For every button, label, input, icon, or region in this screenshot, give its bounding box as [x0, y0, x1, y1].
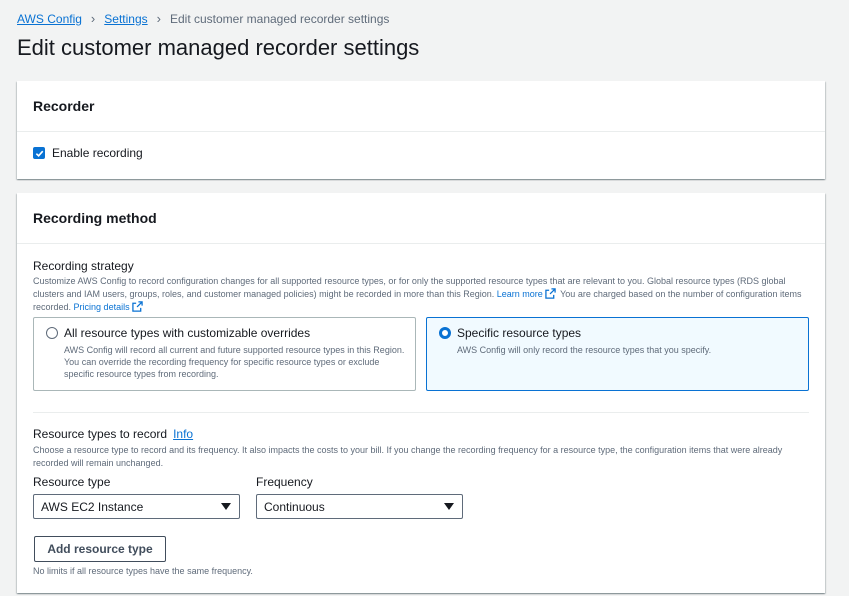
- add-resource-type-button[interactable]: Add resource type: [34, 536, 166, 562]
- frequency-select[interactable]: Continuous: [256, 494, 463, 519]
- divider: [33, 412, 809, 413]
- recording-method-panel-title: Recording method: [17, 193, 825, 244]
- chevron-right-icon: ›: [156, 11, 161, 26]
- breadcrumb-settings[interactable]: Settings: [104, 12, 147, 26]
- caret-down-icon: [444, 503, 454, 510]
- recorder-panel-title: Recorder: [17, 81, 825, 132]
- frequency-label: Frequency: [256, 475, 313, 489]
- all-resource-types-tile[interactable]: All resource types with customizable ove…: [33, 317, 416, 391]
- specific-resource-types-description: AWS Config will only record the resource…: [457, 345, 712, 355]
- frequency-value: Continuous: [264, 499, 325, 514]
- enable-recording-checkbox[interactable]: [33, 147, 45, 159]
- caret-down-icon: [221, 503, 231, 510]
- recording-strategy-description: Customize AWS Config to record configura…: [33, 275, 813, 314]
- specific-resource-types-title: Specific resource types: [457, 326, 582, 340]
- recording-method-panel: Recording method Recording strategy Cust…: [17, 193, 825, 593]
- resource-types-to-record-label: Resource types to record: [33, 427, 168, 441]
- breadcrumb: AWS Config › Settings › Edit customer ma…: [17, 11, 389, 26]
- recording-strategy-label: Recording strategy: [33, 259, 134, 273]
- resource-type-value: AWS EC2 Instance: [41, 499, 144, 514]
- page-title: Edit customer managed recorder settings: [17, 35, 420, 60]
- specific-resource-types-tile[interactable]: Specific resource types AWS Config will …: [426, 317, 809, 391]
- external-link-icon: [131, 301, 143, 312]
- all-resource-types-radio[interactable]: [46, 327, 58, 339]
- all-resource-types-title: All resource types with customizable ove…: [64, 326, 311, 340]
- checkmark-icon: [35, 150, 43, 157]
- resource-types-description: Choose a resource type to record and its…: [33, 445, 783, 468]
- breadcrumb-current: Edit customer managed recorder settings: [169, 11, 390, 26]
- enable-recording-option[interactable]: Enable recording: [33, 146, 143, 160]
- breadcrumb-aws-config[interactable]: AWS Config: [17, 12, 82, 26]
- all-resource-types-description: AWS Config will record all current and f…: [64, 345, 405, 379]
- specific-resource-types-radio[interactable]: [439, 327, 451, 339]
- learn-more-link[interactable]: Learn more: [497, 289, 543, 299]
- chevron-right-icon: ›: [90, 11, 96, 26]
- enable-recording-label: Enable recording: [52, 146, 143, 160]
- add-resource-type-hint: No limits if all resource types have the…: [33, 566, 253, 576]
- resource-type-select[interactable]: AWS EC2 Instance: [33, 494, 240, 519]
- resource-types-to-record-header: Resource types to record Info: [33, 427, 193, 441]
- pricing-details-link[interactable]: Pricing details: [74, 302, 130, 312]
- resource-type-label: Resource type: [33, 475, 111, 489]
- external-link-icon: [545, 288, 556, 299]
- info-link[interactable]: Info: [173, 427, 193, 441]
- recorder-panel: Recorder Enable recording: [17, 81, 825, 179]
